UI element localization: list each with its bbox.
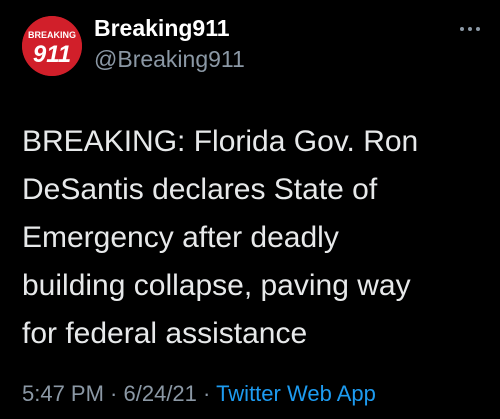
tweet-date[interactable]: 6/24/21: [124, 381, 197, 406]
tweet-metadata: 5:47 PM · 6/24/21 · Twitter Web App: [22, 380, 376, 408]
breaking911-logo-icon: BREAKING 911: [22, 16, 82, 76]
tweet-text-line: for federal assistance: [22, 317, 308, 350]
author-handle[interactable]: @Breaking911: [94, 44, 245, 74]
meta-separator: ·: [196, 381, 217, 406]
tweet-text-line: BREAKING: Florida Gov. Ron: [22, 125, 419, 158]
author-block: Breaking911 @Breaking911: [94, 14, 245, 74]
tweet-text-line: building collapse, paving way: [22, 269, 411, 302]
tweet-header: BREAKING 911 Breaking911 @Breaking911: [22, 14, 482, 78]
tweet-source-link[interactable]: Twitter Web App: [216, 381, 376, 406]
tweet-text-line: DeSantis declares State of: [22, 173, 378, 206]
avatar[interactable]: BREAKING 911: [22, 16, 82, 76]
tweet-text-line: Emergency after deadly: [22, 221, 339, 254]
tweet-card: BREAKING 911 Breaking911 @Breaking911 BR…: [0, 0, 500, 419]
meta-separator: ·: [103, 381, 124, 406]
more-dots-icon[interactable]: [458, 22, 482, 36]
author-display-name[interactable]: Breaking911: [94, 14, 245, 42]
avatar-logo-number: 911: [33, 41, 71, 68]
avatar-logo-top-text: BREAKING: [28, 30, 76, 40]
tweet-time[interactable]: 5:47 PM: [22, 381, 104, 406]
tweet-text: BREAKING: Florida Gov. Ron DeSantis decl…: [22, 118, 492, 358]
